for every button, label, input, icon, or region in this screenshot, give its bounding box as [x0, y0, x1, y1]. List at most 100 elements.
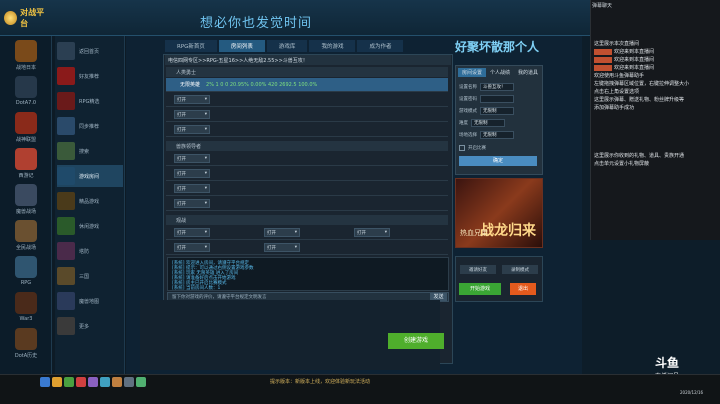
my-slot[interactable]: 无限英雄 2% 1 0 0 20.95% 0.00% 420 2692.5 10…: [166, 78, 448, 92]
room-name-input[interactable]: 斗兽互攻！: [480, 82, 514, 91]
danmu-line: 欢迎使用斗鱼弹幕助手: [594, 73, 645, 79]
category-item[interactable]: RPG精选: [57, 90, 123, 112]
taskbar-app-icon[interactable]: [112, 377, 122, 387]
category-item[interactable]: 同步推荐: [57, 115, 123, 137]
main-tabs: RPG新首页 房间列表 游戏库 我的游戏 成为作者: [165, 40, 404, 54]
rail-item[interactable]: RPG: [6, 256, 46, 286]
rail-item-label: DotA历史: [14, 353, 38, 359]
category-icon: [57, 142, 75, 160]
category-item[interactable]: 更多: [57, 315, 123, 337]
category-icon: [57, 92, 75, 110]
category-item[interactable]: 三国: [57, 265, 123, 287]
tab-room-settings[interactable]: 房间设置: [458, 68, 487, 77]
mode-select[interactable]: 无限制: [480, 106, 514, 115]
taskbar-app-icon[interactable]: [100, 377, 110, 387]
slot-select[interactable]: 打开 ▾: [354, 228, 390, 237]
exit-room-button[interactable]: 退出: [510, 283, 536, 295]
rail-item[interactable]: 魔兽战场: [6, 184, 46, 215]
slot-select[interactable]: 打开 ▾: [174, 184, 210, 193]
slot-select[interactable]: 打开 ▾: [174, 95, 210, 104]
rail-item[interactable]: War3: [6, 292, 46, 322]
tab-room-list[interactable]: 房间列表: [218, 40, 265, 52]
slot-select[interactable]: 打开 ▾: [174, 199, 210, 208]
fan-badge-icon: [594, 48, 612, 55]
rail-item[interactable]: 全民战场: [6, 220, 46, 251]
taskbar-app-icon[interactable]: [76, 377, 86, 387]
setting-name-row: 设置名称 斗兽互攻！: [459, 82, 541, 91]
tab-game-library[interactable]: 游戏库: [266, 40, 308, 52]
taskbar-app-icon[interactable]: [88, 377, 98, 387]
tab-rpg-home[interactable]: RPG新首页: [165, 40, 217, 52]
slot-5[interactable]: 打开 ▾: [166, 152, 448, 166]
taskbar-app-icon[interactable]: [52, 377, 62, 387]
rail-item[interactable]: 西游记: [6, 148, 46, 179]
category-item[interactable]: 好友推荐: [57, 65, 123, 87]
team1-header: 人类勇士: [166, 67, 448, 77]
start-game-button[interactable]: 开始游戏: [459, 283, 501, 295]
confirm-settings-button[interactable]: 确定: [459, 156, 537, 166]
category-label: 更多: [79, 323, 90, 330]
rail-item[interactable]: 战地日本: [6, 40, 46, 71]
category-nav: 返回首页好友推荐 RPG精选同步推荐搜索游戏房间精品游戏休闲游戏塔防三国魔兽地图更…: [55, 36, 125, 374]
rail-item-label: War3: [19, 316, 33, 322]
category-item[interactable]: 搜索: [57, 140, 123, 162]
invite-friends-button[interactable]: 邀请好友: [460, 265, 496, 274]
slot-8[interactable]: 打开 ▾: [166, 197, 448, 211]
map-select[interactable]: 无限制: [480, 130, 514, 139]
slot-select[interactable]: 打开 ▾: [264, 243, 300, 252]
rail-item-label: DotA7.0: [15, 100, 37, 106]
game-icon: [15, 76, 37, 98]
slot-select[interactable]: 打开 ▾: [174, 228, 210, 237]
my-name: 无限英雄: [180, 82, 201, 88]
category-label: 返回首页: [79, 48, 100, 55]
create-game-button[interactable]: 创建游戏: [388, 333, 444, 349]
match-checkbox[interactable]: [459, 144, 465, 151]
tab-personal-record[interactable]: 个人战绩: [486, 68, 514, 77]
record-mode-button[interactable]: 录制模式: [502, 265, 538, 274]
slot-select[interactable]: 打开 ▾: [264, 228, 300, 237]
taskbar-app-icon[interactable]: [124, 377, 134, 387]
observer-slot-2[interactable]: 打开 ▾ 打开 ▾: [166, 241, 448, 255]
slot-select[interactable]: 打开 ▾: [174, 125, 210, 134]
danmu-line: 这里展示本次直播间: [594, 41, 640, 47]
stream-brand: 斗鱼: [654, 356, 679, 370]
rail-item[interactable]: DotA历史: [6, 328, 46, 359]
rail-item[interactable]: DotA7.0: [6, 76, 46, 106]
slot-select[interactable]: 打开 ▾: [174, 110, 210, 119]
category-item[interactable]: 塔防: [57, 240, 123, 262]
taskbar-app-icon[interactable]: [64, 377, 74, 387]
category-item[interactable]: 魔兽地图: [57, 290, 123, 312]
slot-select[interactable]: 打开 ▾: [174, 169, 210, 178]
app-logo[interactable]: 对战平台: [4, 8, 50, 28]
tab-become-author[interactable]: 成为作者: [357, 40, 404, 52]
slot-6[interactable]: 打开 ▾: [166, 167, 448, 181]
rail-item[interactable]: 战神联盟: [6, 112, 46, 143]
taskbar-app-icon[interactable]: [136, 377, 146, 387]
taskbar-app-icon[interactable]: [40, 377, 50, 387]
category-item[interactable]: 返回首页: [57, 40, 123, 62]
category-item[interactable]: 休闲游戏: [57, 215, 123, 237]
danmu-line: 添加弹幕助手成功: [594, 105, 635, 111]
category-icon: [57, 67, 75, 85]
room-password-input[interactable]: [480, 94, 514, 103]
slot-7[interactable]: 打开 ▾: [166, 182, 448, 196]
slot-4[interactable]: 打开 ▾: [166, 123, 448, 137]
match-toggle-row[interactable]: 开启比赛: [459, 143, 541, 152]
difficulty-select[interactable]: 无限制: [471, 118, 505, 127]
tab-my-items[interactable]: 我的道具: [514, 68, 542, 77]
slot-select[interactable]: 打开 ▾: [174, 154, 210, 163]
category-label: 精品游戏: [79, 198, 100, 205]
category-item[interactable]: 游戏房间: [57, 165, 123, 187]
slot-2[interactable]: 打开 ▾: [166, 93, 448, 107]
slot-3[interactable]: 打开 ▾: [166, 108, 448, 122]
promo-subtitle: 热血兄弟: [460, 229, 488, 237]
slot-select[interactable]: 打开 ▾: [174, 243, 210, 252]
category-item[interactable]: 精品游戏: [57, 190, 123, 212]
observer-slot-1[interactable]: 打开 ▾ 打开 ▾ 打开 ▾: [166, 226, 448, 240]
category-label: 同步推荐: [79, 123, 100, 130]
taskbar-notice: 提示版本：新版本上线，欢迎体验新玩法活动: [270, 379, 371, 385]
tab-my-games[interactable]: 我的游戏: [309, 40, 356, 52]
game-icon: [15, 328, 37, 350]
setting-difficulty-row: 难度 无限制: [459, 118, 541, 127]
game-icon: [15, 292, 37, 314]
